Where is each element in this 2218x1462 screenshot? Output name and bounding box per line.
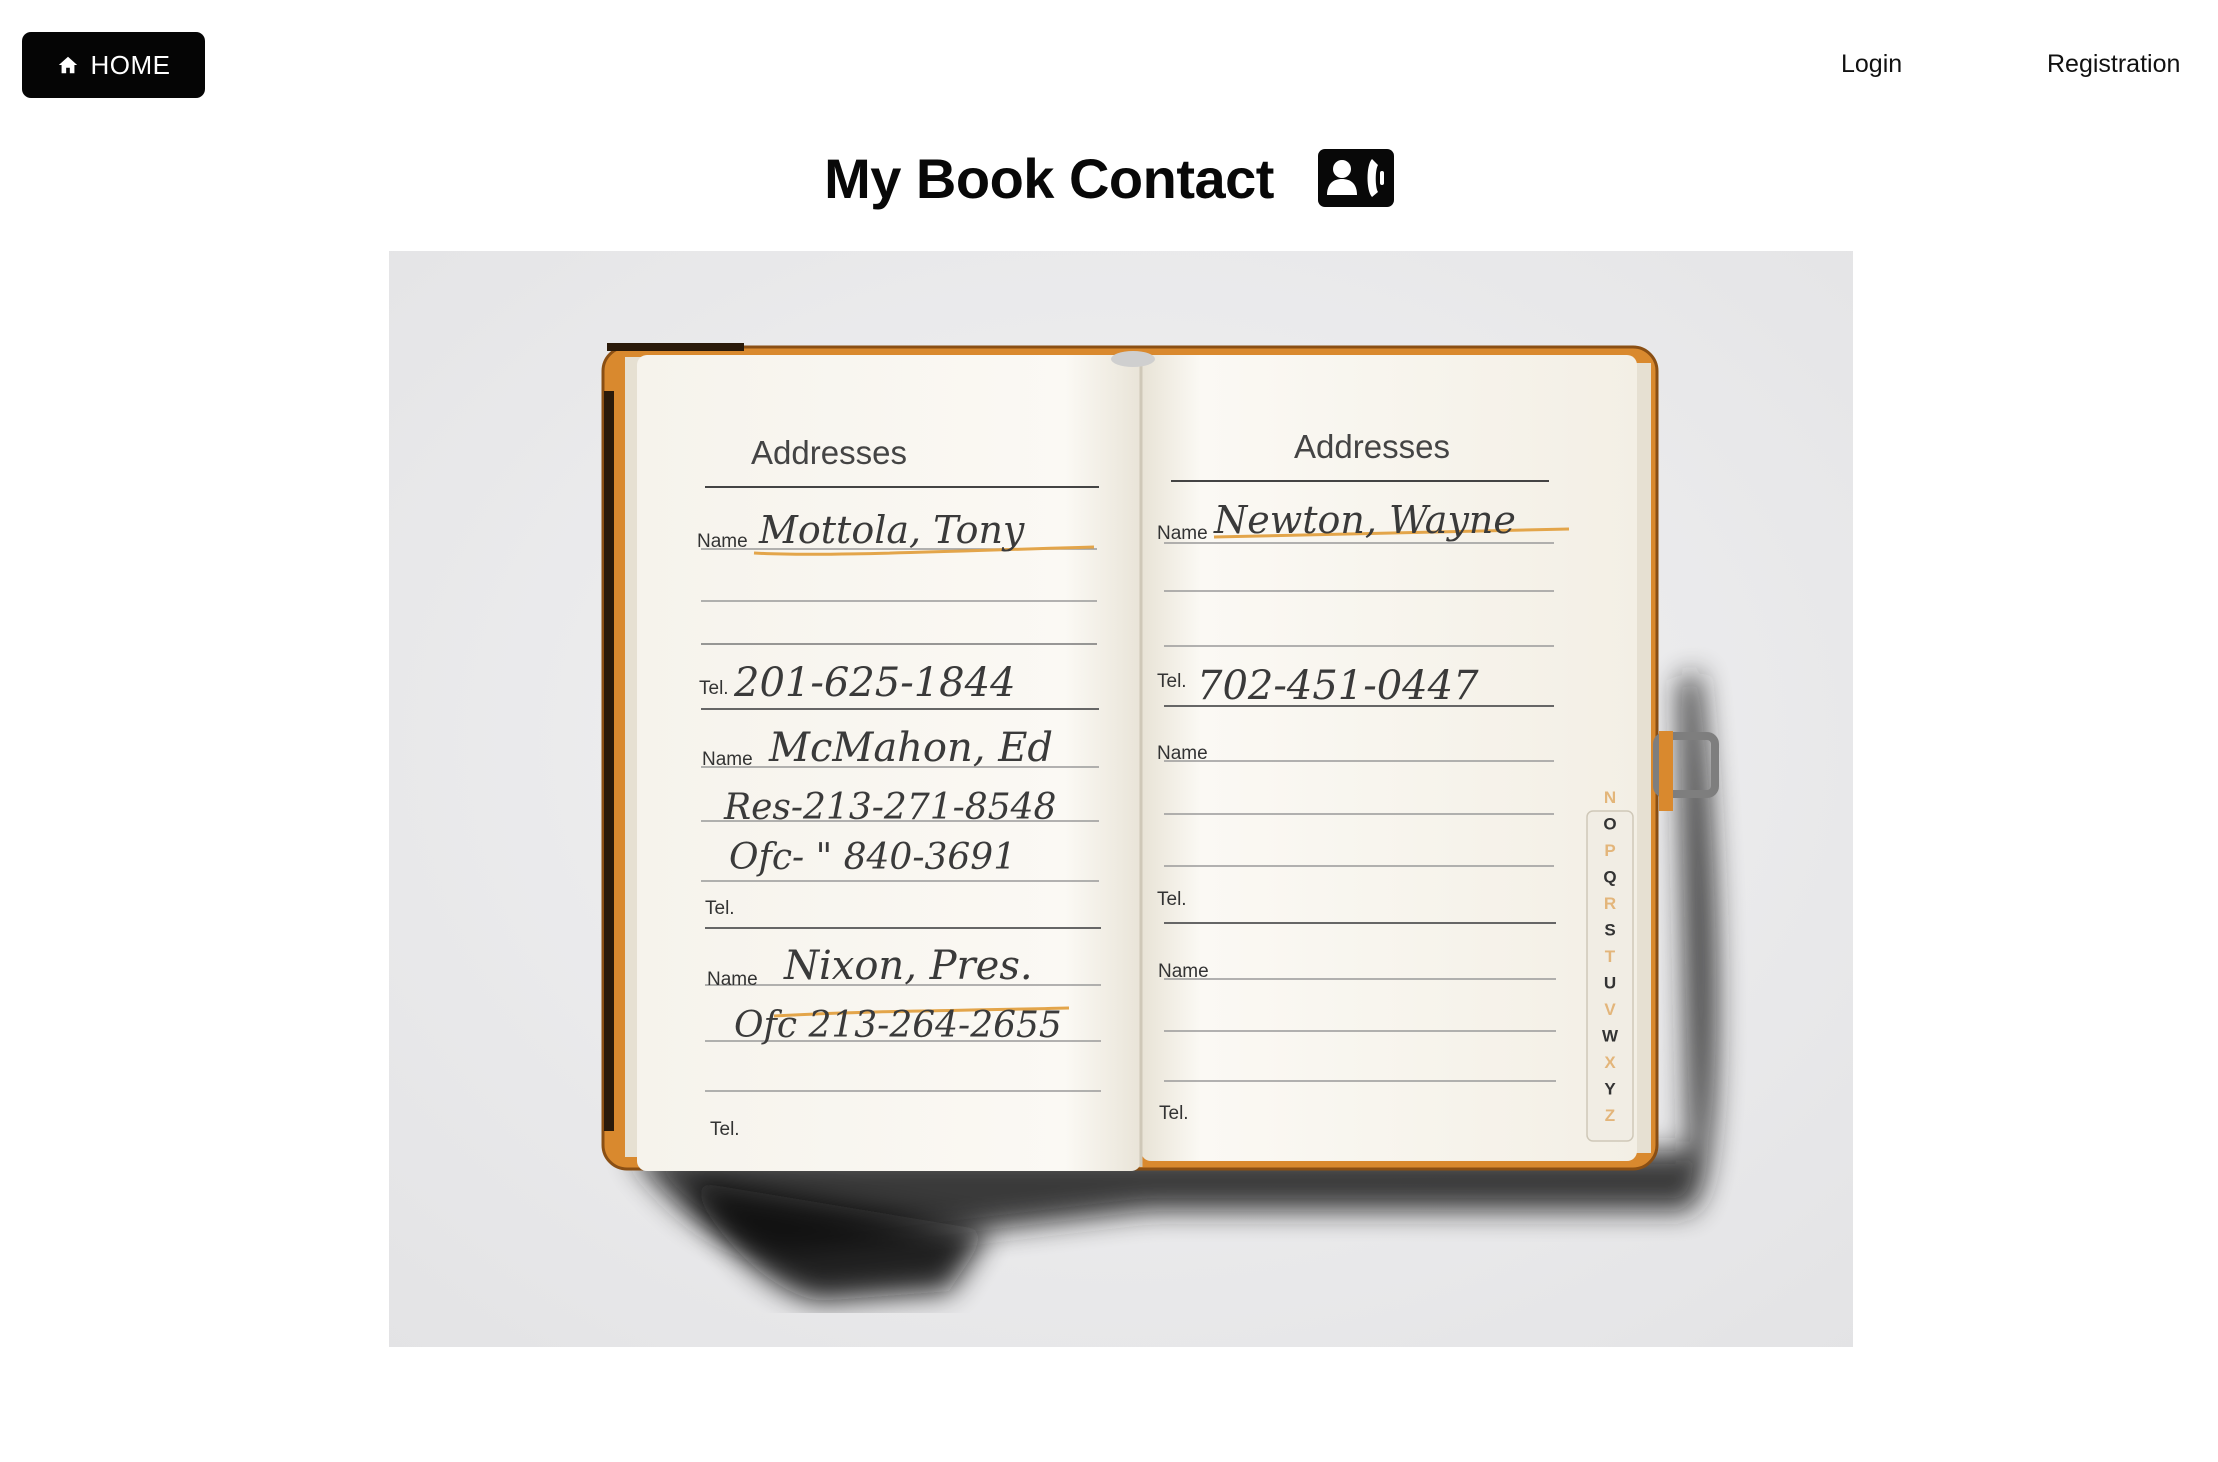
handwritten-ofc-nixon: Ofc 213-264-2655 [734,1005,1062,1046]
page-header: My Book Contact [0,138,2218,218]
home-button[interactable]: HOME [22,32,205,98]
home-label: HOME [90,49,171,80]
left-tel-label-3: Tel. [710,1119,740,1140]
right-name-label-1: Name [1157,523,1208,544]
handwritten-name-newton: Newton, Wayne [1213,498,1516,542]
index-tab-w: W [1602,1027,1619,1046]
right-tel-label-1: Tel. [1157,671,1187,692]
index-tab-z: Z [1605,1106,1615,1125]
left-name-label-3: Name [707,969,758,990]
index-tab-x: X [1604,1053,1616,1072]
left-name-label-1: Name [697,531,748,552]
index-tab-n: N [1604,788,1616,807]
index-tab-t: T [1605,947,1616,966]
handwritten-name-mottola: Mottola, Tony [758,508,1025,552]
handwritten-name-nixon: Nixon, Pres. [783,943,1033,989]
index-tab-q: Q [1603,868,1616,887]
left-page-heading: Addresses [751,434,907,471]
right-page-heading: Addresses [1294,428,1450,465]
registration-link[interactable]: Registration [2047,50,2180,79]
index-tab-u: U [1604,974,1616,993]
right-name-label-3: Name [1158,961,1209,982]
index-tab-v: V [1604,1000,1616,1019]
index-tab-p: P [1604,841,1615,860]
hero-image: Addresses Name Tel. Name Tel. Name Tel. … [389,251,1853,1347]
index-tab-o: O [1603,815,1616,834]
page-title: My Book Contact [824,146,1274,210]
right-tel-label-2: Tel. [1157,889,1187,910]
index-tab-r: R [1604,894,1616,913]
index-tab-s: S [1604,921,1615,940]
home-icon [57,54,79,76]
index-tab-y: Y [1604,1080,1616,1099]
contact-card-phone-icon [1317,149,1394,207]
login-link[interactable]: Login [1841,50,1902,79]
left-tel-label-2: Tel. [705,898,735,919]
handwritten-tel-newton: 702-451-0447 [1197,663,1479,709]
handwritten-name-mcmahon: McMahon, Ed [768,725,1053,771]
left-tel-label-1: Tel. [699,678,729,699]
handwritten-ofc-mcmahon: Ofc- " 840-3691 [729,837,1016,878]
right-name-label-2: Name [1157,743,1208,764]
right-tel-label-3: Tel. [1159,1103,1189,1124]
handwritten-tel-mottola: 201-625-1844 [733,660,1016,706]
left-name-label-2: Name [702,749,753,770]
handwritten-res-mcmahon: Res-213-271-8548 [723,787,1056,828]
navbar: HOME Login Registration [0,0,2218,130]
